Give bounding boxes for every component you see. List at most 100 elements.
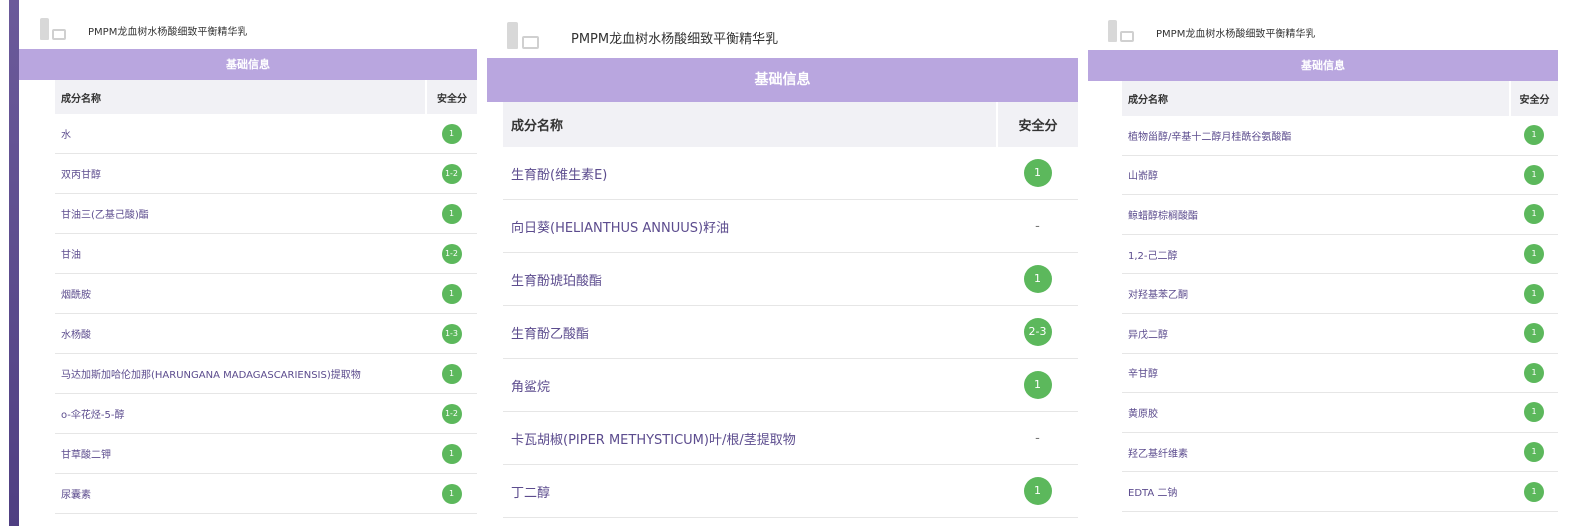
safety-score-badge: 1 <box>1524 125 1544 146</box>
safety-score-badge: 1-3 <box>441 323 462 344</box>
ingredient-name-link[interactable]: 水 <box>55 114 426 154</box>
ingredient-name-link[interactable]: 烟酰胺 <box>55 273 426 314</box>
safety-score-badge: 1-2 <box>441 163 462 184</box>
safety-score-badge: 1 <box>1524 442 1544 463</box>
column-header-name: 成分名称 <box>1122 81 1510 116</box>
screenshot-panel-3: PMPM龙血树水杨酸细致平衡精华乳 基础信息 成分名称 安全分 植物甾醇/辛基十… <box>1088 0 1572 526</box>
ingredient-row[interactable]: 1,2-己二醇 1 <box>1122 234 1558 275</box>
safety-score-cell: 1 <box>1510 392 1558 433</box>
safety-score-badge: 1 <box>441 283 462 304</box>
ingredient-name-link[interactable]: 植物甾醇/辛基十二醇月桂酰谷氨酸酯 <box>1122 116 1510 156</box>
ingredient-name-link[interactable]: EDTA 二钠 <box>1122 471 1510 512</box>
ingredient-row[interactable]: 烟酰胺 1 <box>55 273 477 314</box>
ingredient-name-link[interactable]: 甘油三(乙基己酸)酯 <box>55 193 426 234</box>
product-title: PMPM龙血树水杨酸细致平衡精华乳 <box>571 31 779 47</box>
ingredient-name-link[interactable]: 水杨酸 <box>55 313 426 354</box>
safety-score-cell: 1 <box>426 433 477 474</box>
safety-score-badge: 1 <box>441 203 462 224</box>
column-header-score: 安全分 <box>425 80 477 114</box>
ingredient-name-link[interactable]: 生育酚(维生素E) <box>503 147 997 200</box>
ingredient-name-link[interactable]: 卡瓦胡椒(PIPER METHYSTICUM)叶/根/茎提取物 <box>503 411 997 465</box>
ingredient-name-link[interactable]: 尿囊素 <box>55 473 426 514</box>
safety-score-cell: 1 <box>426 114 477 154</box>
ingredient-table: 成分名称 安全分 水 1 双丙甘醇 1-2 甘油三(乙基己酸)酯 1 甘油 1-2 烟酰胺 1 水杨… <box>55 80 477 514</box>
safety-score-cell: 1 <box>997 464 1078 518</box>
ingredient-name-link[interactable]: 马达加斯加哈伦加那(HARUNGANA MADAGASCARIENSIS)提取物 <box>55 353 426 394</box>
safety-score-badge: 1 <box>1524 402 1544 423</box>
safety-score-badge: 1 <box>1023 159 1052 187</box>
product-title: PMPM龙血树水杨酸细致平衡精华乳 <box>88 26 248 38</box>
safety-score-cell: 1 <box>426 473 477 514</box>
ingredient-row[interactable]: 甘草酸二钾 1 <box>55 433 477 474</box>
safety-score-badge: 1 <box>1524 244 1544 265</box>
ingredient-row[interactable]: 辛甘醇 1 <box>1122 353 1558 394</box>
ingredient-name-link[interactable]: 甘草酸二钾 <box>55 433 426 474</box>
ingredient-row[interactable]: 生育酚琥珀酸酯 1 <box>503 252 1078 306</box>
ingredient-name-link[interactable]: 鲸蜡醇棕榈酸酯 <box>1122 194 1510 235</box>
ingredient-name-link[interactable]: o-伞花烃-5-醇 <box>55 393 426 434</box>
safety-score-badge: 1 <box>1524 164 1544 185</box>
ingredient-name-link[interactable]: 1,2-己二醇 <box>1122 234 1510 275</box>
ingredient-row[interactable]: 马达加斯加哈伦加那(HARUNGANA MADAGASCARIENSIS)提取物… <box>55 353 477 394</box>
ingredient-row[interactable]: 黄原胶 1 <box>1122 392 1558 433</box>
ingredient-row[interactable]: 尿囊素 1 <box>55 473 477 514</box>
ingredient-row[interactable]: EDTA 二钠 1 <box>1122 471 1558 512</box>
ingredient-row[interactable]: 对羟基苯乙酮 1 <box>1122 273 1558 314</box>
column-header-name: 成分名称 <box>503 102 997 147</box>
ingredient-name-link[interactable]: 黄原胶 <box>1122 392 1510 433</box>
ingredient-name-link[interactable]: 生育酚琥珀酸酯 <box>503 252 997 306</box>
ingredient-row[interactable]: 植物甾醇/辛基十二醇月桂酰谷氨酸酯 1 <box>1122 116 1558 156</box>
ingredient-name-link[interactable]: 辛甘醇 <box>1122 353 1510 394</box>
safety-score-badge: 1 <box>1524 204 1544 225</box>
safety-score-badge: 1 <box>441 443 462 464</box>
ingredient-row[interactable]: 丁二醇 1 <box>503 464 1078 518</box>
ingredient-table: 成分名称 安全分 生育酚(维生素E) 1 向日葵(HELIANTHUS ANNUUS… <box>503 102 1078 518</box>
ingredient-name-link[interactable]: 羟乙基纤维素 <box>1122 432 1510 473</box>
ingredient-row[interactable]: 甘油 1-2 <box>55 233 477 274</box>
ingredient-row[interactable]: 双丙甘醇 1-2 <box>55 153 477 194</box>
ingredient-name-link[interactable]: 生育酚乙酸酯 <box>503 305 997 359</box>
ingredient-row[interactable]: 向日葵(HELIANTHUS ANNUUS)籽油 - <box>503 199 1078 253</box>
table-header-row: 成分名称 安全分 <box>503 102 1078 147</box>
ingredient-row[interactable]: 甘油三(乙基己酸)酯 1 <box>55 193 477 234</box>
ingredient-row[interactable]: 水1 <box>55 114 477 154</box>
safety-score-cell: - <box>997 411 1078 465</box>
safety-score-badge: 1 <box>1524 362 1544 383</box>
ingredient-name-link[interactable]: 异戊二醇 <box>1122 313 1510 354</box>
ingredient-name-link[interactable]: 丁二醇 <box>503 464 997 518</box>
ingredient-row[interactable]: 水杨酸 1-3 <box>55 313 477 354</box>
safety-score-badge: 2-3 <box>1023 318 1052 346</box>
ingredient-row[interactable]: o-伞花烃-5-醇 1-2 <box>55 393 477 434</box>
product-header: PMPM龙血树水杨酸细致平衡精华乳 <box>1108 20 1315 44</box>
safety-score-cell: 1-2 <box>426 153 477 194</box>
ingredient-name-link[interactable]: 对羟基苯乙酮 <box>1122 273 1510 314</box>
ingredient-row[interactable]: 异戊二醇 1 <box>1122 313 1558 354</box>
safety-score-cell: 1 <box>426 193 477 234</box>
safety-score-cell: 1-2 <box>426 393 477 434</box>
safety-score-cell: 1 <box>1510 116 1558 156</box>
ingredient-row[interactable]: 羟乙基纤维素 1 <box>1122 432 1558 473</box>
ingredient-row[interactable]: 生育酚(维生素E) 1 <box>503 147 1078 200</box>
ingredient-name-link[interactable]: 双丙甘醇 <box>55 153 426 194</box>
safety-score-cell: 1-3 <box>426 313 477 354</box>
safety-score-cell: 1 <box>426 353 477 394</box>
product-title: PMPM龙血树水杨酸细致平衡精华乳 <box>1156 28 1316 40</box>
ingredient-row[interactable]: 鲸蜡醇棕榈酸酯 1 <box>1122 194 1558 235</box>
table-header-row: 成分名称 安全分 <box>1122 81 1558 116</box>
ingredient-name-link[interactable]: 向日葵(HELIANTHUS ANNUUS)籽油 <box>503 199 997 253</box>
ingredient-name-link[interactable]: 山嵛醇 <box>1122 155 1510 196</box>
safety-score-cell: 1 <box>1510 273 1558 314</box>
screenshot-panel-1: PMPM龙血树水杨酸细致平衡精华乳 基础信息 成分名称 安全分 水 1 双丙甘醇 1-… <box>0 0 484 526</box>
safety-score-cell: 1 <box>1510 471 1558 512</box>
safety-score-badge: 1 <box>1524 323 1544 344</box>
safety-score-badge: 1 <box>441 483 462 504</box>
ingredient-row[interactable]: 角鲨烷 1 <box>503 358 1078 412</box>
column-header-score: 安全分 <box>996 102 1078 147</box>
ingredient-row[interactable]: 生育酚乙酸酯 2-3 <box>503 305 1078 359</box>
ingredient-name-link[interactable]: 角鲨烷 <box>503 358 997 412</box>
ingredient-row[interactable]: 卡瓦胡椒(PIPER METHYSTICUM)叶/根/茎提取物 - <box>503 411 1078 465</box>
ingredient-row[interactable]: 山嵛醇 1 <box>1122 155 1558 196</box>
safety-score-cell: 1-2 <box>426 233 477 274</box>
safety-score-cell: 1 <box>997 252 1078 306</box>
ingredient-name-link[interactable]: 甘油 <box>55 233 426 274</box>
